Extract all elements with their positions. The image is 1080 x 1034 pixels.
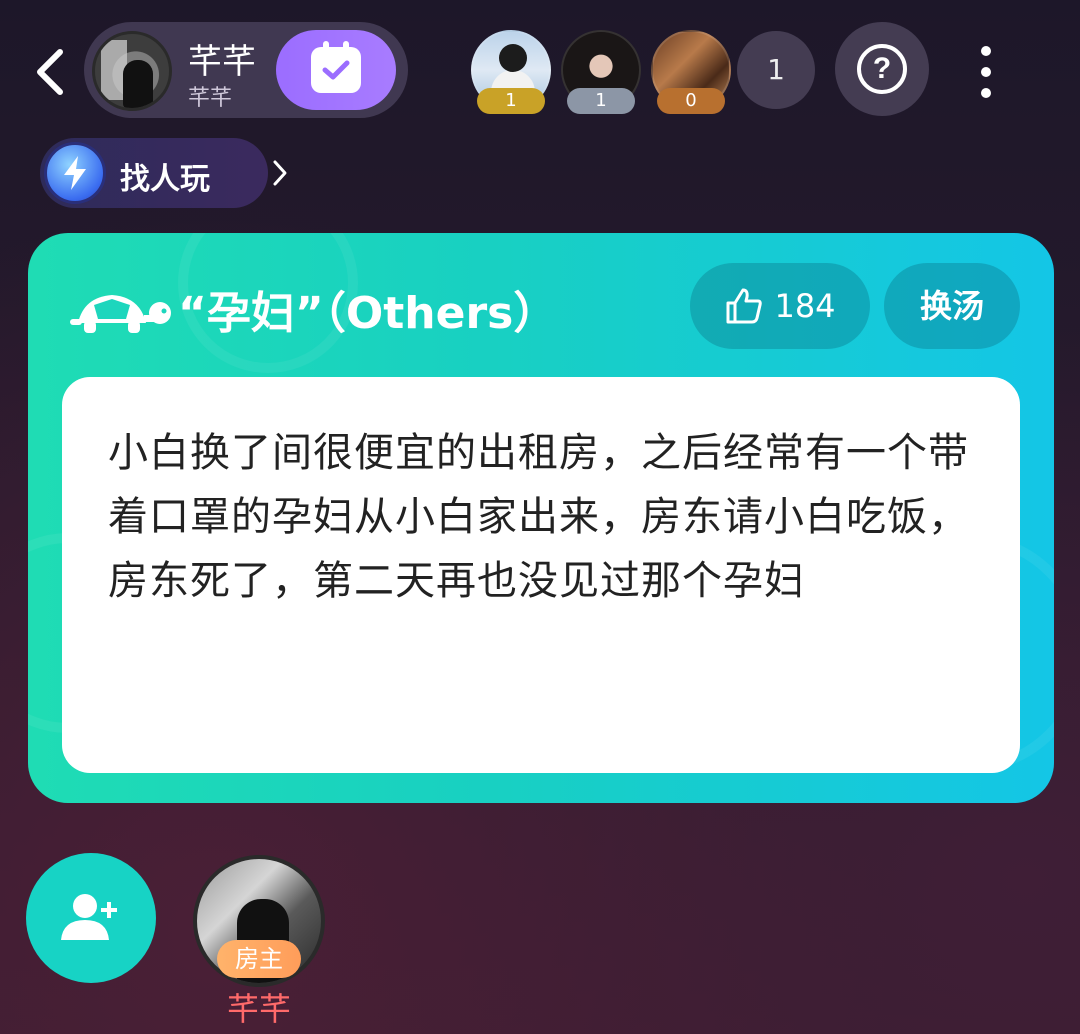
story-panel: 小白换了间很便宜的出租房，之后经常有一个带着口罩的孕妇从小白家出来，房东请小白吃… <box>62 377 1020 773</box>
member-count[interactable]: 1 <box>737 31 815 109</box>
member-score: 1 <box>567 88 635 114</box>
avatar-photo-figure <box>123 60 153 108</box>
invite-user-button[interactable] <box>26 853 156 983</box>
turtle-icon <box>70 295 171 333</box>
host-badge: 房主 <box>217 940 301 978</box>
find-players-button[interactable]: 找人玩 <box>40 138 287 208</box>
chevron-right-icon <box>273 160 287 186</box>
member-score: 0 <box>657 88 725 114</box>
thumbs-up-icon <box>726 288 763 324</box>
back-button[interactable] <box>26 42 74 102</box>
room-name: 芊芊 <box>188 42 256 82</box>
calendar-check-icon <box>311 41 361 93</box>
help-icon: ? <box>857 44 907 94</box>
help-button[interactable]: ? <box>835 22 929 116</box>
host-name: 芊芊 <box>226 990 291 1028</box>
story-text: 小白换了间很便宜的出租房，之后经常有一个带着口罩的孕妇从小白家出来，房东请小白吃… <box>108 430 969 604</box>
more-vertical-icon <box>981 88 991 98</box>
member-score: 1 <box>477 88 545 114</box>
room-subtitle: 芊芊 <box>188 86 233 111</box>
member-avatar[interactable]: 0 <box>651 30 731 114</box>
find-players-label: 找人玩 <box>120 162 210 197</box>
lightning-icon <box>44 142 106 204</box>
swap-puzzle-button[interactable]: 换汤 <box>884 263 1020 349</box>
room-info[interactable]: 芊芊 芊芊 <box>84 22 408 118</box>
more-vertical-icon <box>981 46 991 56</box>
puzzle-title: “孕妇”（Others） <box>178 288 558 339</box>
puzzle-card: “孕妇”（Others） 184 换汤 小白换了间很便宜的出租房，之后经常有一个… <box>28 233 1054 803</box>
member-avatar[interactable]: 1 <box>561 30 641 114</box>
like-button[interactable]: 184 <box>690 263 870 349</box>
add-user-icon <box>61 894 117 940</box>
room-avatar[interactable] <box>92 31 172 111</box>
like-count: 184 <box>774 287 836 325</box>
more-button[interactable] <box>966 40 1006 104</box>
checkin-button[interactable] <box>276 30 396 110</box>
chevron-left-icon <box>37 49 63 95</box>
member-avatar[interactable]: 1 <box>471 30 551 114</box>
more-vertical-icon <box>981 67 991 77</box>
